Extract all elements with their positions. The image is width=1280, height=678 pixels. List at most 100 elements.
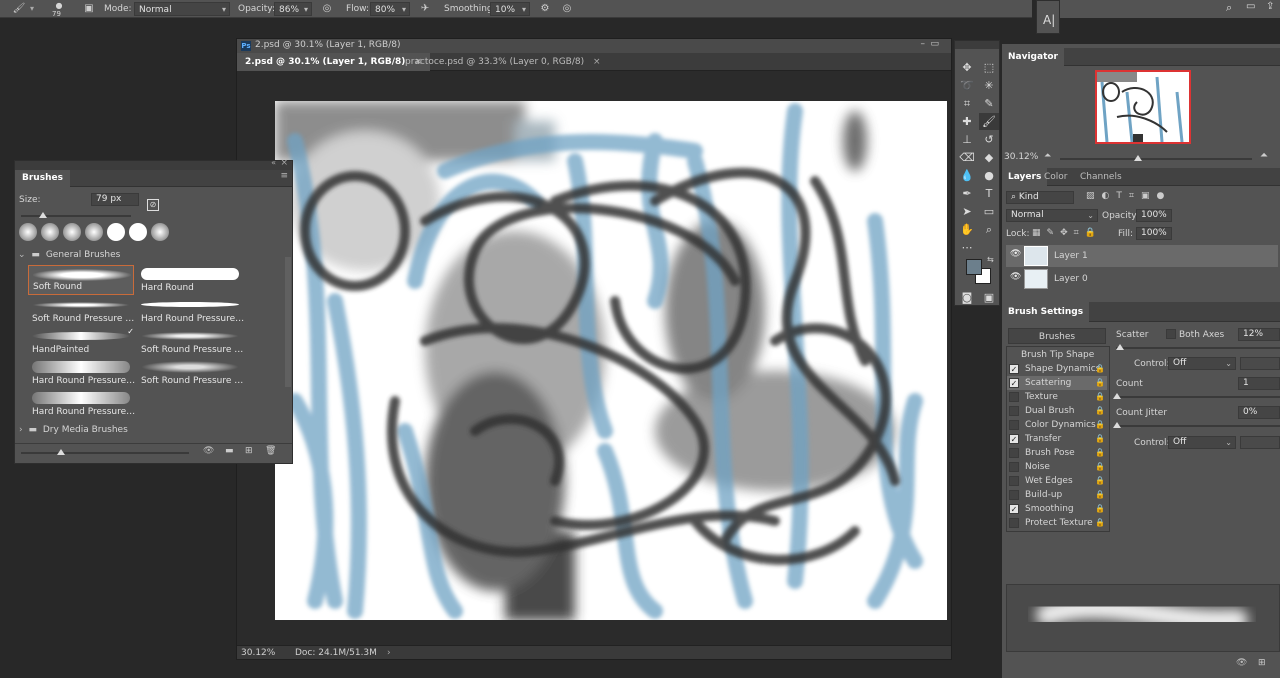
lock-icon[interactable]: 🔒 bbox=[1095, 460, 1105, 474]
bs-item-brush-pose[interactable]: Brush Pose 🔒 bbox=[1007, 446, 1107, 460]
dodge-tool-icon[interactable]: ● bbox=[979, 167, 999, 184]
count-jitter-input[interactable]: 0% bbox=[1238, 406, 1280, 419]
control-select[interactable]: Off ⌄ bbox=[1168, 357, 1236, 370]
pen-tool-icon[interactable]: ✒ bbox=[957, 185, 977, 202]
preset-hard-round-pressure-size[interactable]: Hard Round Pressure Size bbox=[137, 296, 245, 326]
bs-item-scattering[interactable]: ✓ Scattering 🔒 bbox=[1007, 376, 1107, 390]
mode-select[interactable]: Normal ▾ bbox=[134, 2, 230, 16]
hand-tool-icon[interactable]: ✋ bbox=[957, 221, 977, 238]
layer-row[interactable]: 👁 Layer 0 bbox=[1006, 268, 1278, 290]
brush-group-general[interactable]: ⌄ ▬ General Brushes bbox=[15, 248, 285, 262]
bs-item-smoothing[interactable]: ✓ Smoothing 🔒 bbox=[1007, 502, 1107, 516]
tab-color[interactable]: Color bbox=[1038, 168, 1074, 186]
bs-item-build-up[interactable]: Build-up 🔒 bbox=[1007, 488, 1107, 502]
slider-thumb[interactable] bbox=[1113, 393, 1121, 399]
workspace-icon[interactable]: ▭ bbox=[1246, 1, 1255, 12]
tab-channels[interactable]: Channels bbox=[1074, 168, 1128, 186]
layer-name[interactable]: Layer 1 bbox=[1054, 251, 1088, 261]
brush-group-dry-media[interactable]: › ▬ Dry Media Brushes bbox=[15, 423, 285, 437]
preset-handpainted[interactable]: HandPainted ✓ bbox=[28, 327, 134, 357]
recent-brush-tip[interactable] bbox=[19, 223, 37, 241]
chevron-right-icon[interactable]: › bbox=[19, 425, 23, 435]
pixel-filter-icon[interactable]: ▨ bbox=[1086, 191, 1095, 201]
layer-name[interactable]: Layer 0 bbox=[1054, 274, 1088, 284]
brush-tool-icon[interactable]: 🖌 bbox=[12, 2, 26, 16]
preset-soft-round-pressure-opacity[interactable]: Soft Round Pressure Opa... bbox=[137, 327, 245, 357]
eye-icon[interactable]: 👁 bbox=[1010, 249, 1021, 259]
tab-brush-settings[interactable]: Brush Settings bbox=[1002, 302, 1090, 322]
slider-thumb[interactable] bbox=[57, 449, 65, 455]
checkbox[interactable] bbox=[1009, 518, 1019, 528]
control2-select[interactable]: Off ⌄ bbox=[1168, 436, 1236, 449]
history-brush-tool-icon[interactable]: ↺ bbox=[979, 131, 999, 148]
recent-brush-tip[interactable] bbox=[63, 223, 81, 241]
lasso-tool-icon[interactable]: ➰ bbox=[957, 77, 977, 94]
folder-icon[interactable]: ▬ bbox=[225, 446, 234, 456]
navigator-thumbnail[interactable] bbox=[1095, 70, 1191, 144]
type-filter-icon[interactable]: T bbox=[1116, 191, 1122, 201]
lock-transparency-icon[interactable]: ▦ bbox=[1032, 228, 1041, 238]
recent-brush-tip[interactable] bbox=[129, 223, 147, 241]
lock-icon[interactable]: 🔒 bbox=[1095, 516, 1105, 530]
marquee-tool-icon[interactable]: ⬚ bbox=[979, 59, 999, 76]
eraser-tool-icon[interactable]: ⌫ bbox=[957, 149, 977, 166]
bs-item-wet-edges[interactable]: Wet Edges 🔒 bbox=[1007, 474, 1107, 488]
lock-icon[interactable]: 🔒 bbox=[1095, 390, 1105, 404]
shape-filter-icon[interactable]: ⌗ bbox=[1129, 191, 1134, 201]
lock-all-icon[interactable]: 🔒 bbox=[1085, 228, 1096, 238]
checkbox[interactable] bbox=[1009, 420, 1019, 430]
more-tools-icon[interactable]: ⋯ bbox=[957, 239, 977, 256]
size-input[interactable]: 79 px bbox=[91, 193, 139, 206]
canvas[interactable] bbox=[275, 101, 947, 620]
filter-toggle-icon[interactable]: ● bbox=[1156, 191, 1164, 201]
blur-tool-icon[interactable]: 💧 bbox=[957, 167, 977, 184]
blend-mode-select[interactable]: Normal ⌄ bbox=[1006, 209, 1098, 222]
brush-settings-icon[interactable]: ▣ bbox=[82, 2, 96, 16]
collapse-icon[interactable]: « bbox=[271, 158, 276, 167]
checkbox[interactable] bbox=[1009, 392, 1019, 402]
paint-bucket-tool-icon[interactable]: ◆ bbox=[979, 149, 999, 166]
shape-tool-icon[interactable]: ▭ bbox=[979, 203, 999, 220]
slider-thumb[interactable] bbox=[39, 212, 47, 218]
bs-item-transfer[interactable]: ✓ Transfer 🔒 bbox=[1007, 432, 1107, 446]
chevron-right-icon[interactable]: › bbox=[387, 646, 391, 660]
lock-artboard-icon[interactable]: ⌗ bbox=[1074, 228, 1079, 238]
bs-item-color-dynamics[interactable]: Color Dynamics 🔒 bbox=[1007, 418, 1107, 432]
toolbar-titlestrip[interactable] bbox=[955, 41, 999, 49]
magic-wand-tool-icon[interactable]: ✳ bbox=[979, 77, 999, 94]
close-icon[interactable]: × bbox=[280, 158, 288, 168]
scatter-input[interactable]: 12% bbox=[1238, 328, 1280, 341]
close-icon[interactable]: × bbox=[593, 57, 601, 67]
zoom-in-icon[interactable]: ⏶ bbox=[1260, 150, 1268, 161]
clone-stamp-tool-icon[interactable]: ⊥ bbox=[957, 131, 977, 148]
recent-brush-tip[interactable] bbox=[85, 223, 103, 241]
foreground-color-swatch[interactable] bbox=[966, 259, 982, 275]
preset-hard-round[interactable]: Hard Round bbox=[137, 265, 243, 295]
tab-navigator[interactable]: Navigator bbox=[1002, 48, 1064, 66]
layer-filter-select[interactable]: ⌕ Kind bbox=[1006, 191, 1074, 204]
zoom-tool-icon[interactable]: ⌕ bbox=[979, 221, 999, 238]
new-brush-icon[interactable]: ⊞ bbox=[1258, 658, 1266, 668]
lock-icon[interactable]: 🔒 bbox=[1095, 376, 1105, 390]
lock-icon[interactable]: 🔒 bbox=[1095, 404, 1105, 418]
flow-input[interactable]: 80% ▾ bbox=[370, 2, 410, 16]
adjustment-filter-icon[interactable]: ◐ bbox=[1102, 191, 1110, 201]
count-slider[interactable] bbox=[1113, 393, 1280, 399]
count-input[interactable]: 1 bbox=[1238, 377, 1280, 390]
bs-item-brush-tip-shape[interactable]: Brush Tip Shape bbox=[1007, 348, 1107, 362]
zoom-out-icon[interactable]: ⏶ bbox=[1044, 151, 1051, 161]
eye-icon[interactable]: 👁 bbox=[1236, 658, 1247, 668]
bs-item-shape-dynamics[interactable]: ✓ Shape Dynamics 🔒 bbox=[1007, 362, 1107, 376]
bs-item-texture[interactable]: Texture 🔒 bbox=[1007, 390, 1107, 404]
checkbox[interactable]: ✓ bbox=[1009, 378, 1019, 388]
lock-icon[interactable]: 🔒 bbox=[1095, 432, 1105, 446]
character-icon[interactable]: A| bbox=[1043, 13, 1055, 27]
recent-brush-tip[interactable] bbox=[41, 223, 59, 241]
preview-size-slider[interactable] bbox=[21, 449, 189, 455]
minimize-icon[interactable]: – bbox=[921, 39, 926, 49]
preset-hard-round-pressure-opacity[interactable]: Hard Round Pressure Op... bbox=[28, 358, 136, 388]
crop-tool-icon[interactable]: ⌗ bbox=[957, 95, 977, 112]
lock-pixels-icon[interactable]: ✎ bbox=[1047, 228, 1055, 238]
checkbox[interactable] bbox=[1009, 406, 1019, 416]
smart-object-filter-icon[interactable]: ▣ bbox=[1141, 191, 1150, 201]
